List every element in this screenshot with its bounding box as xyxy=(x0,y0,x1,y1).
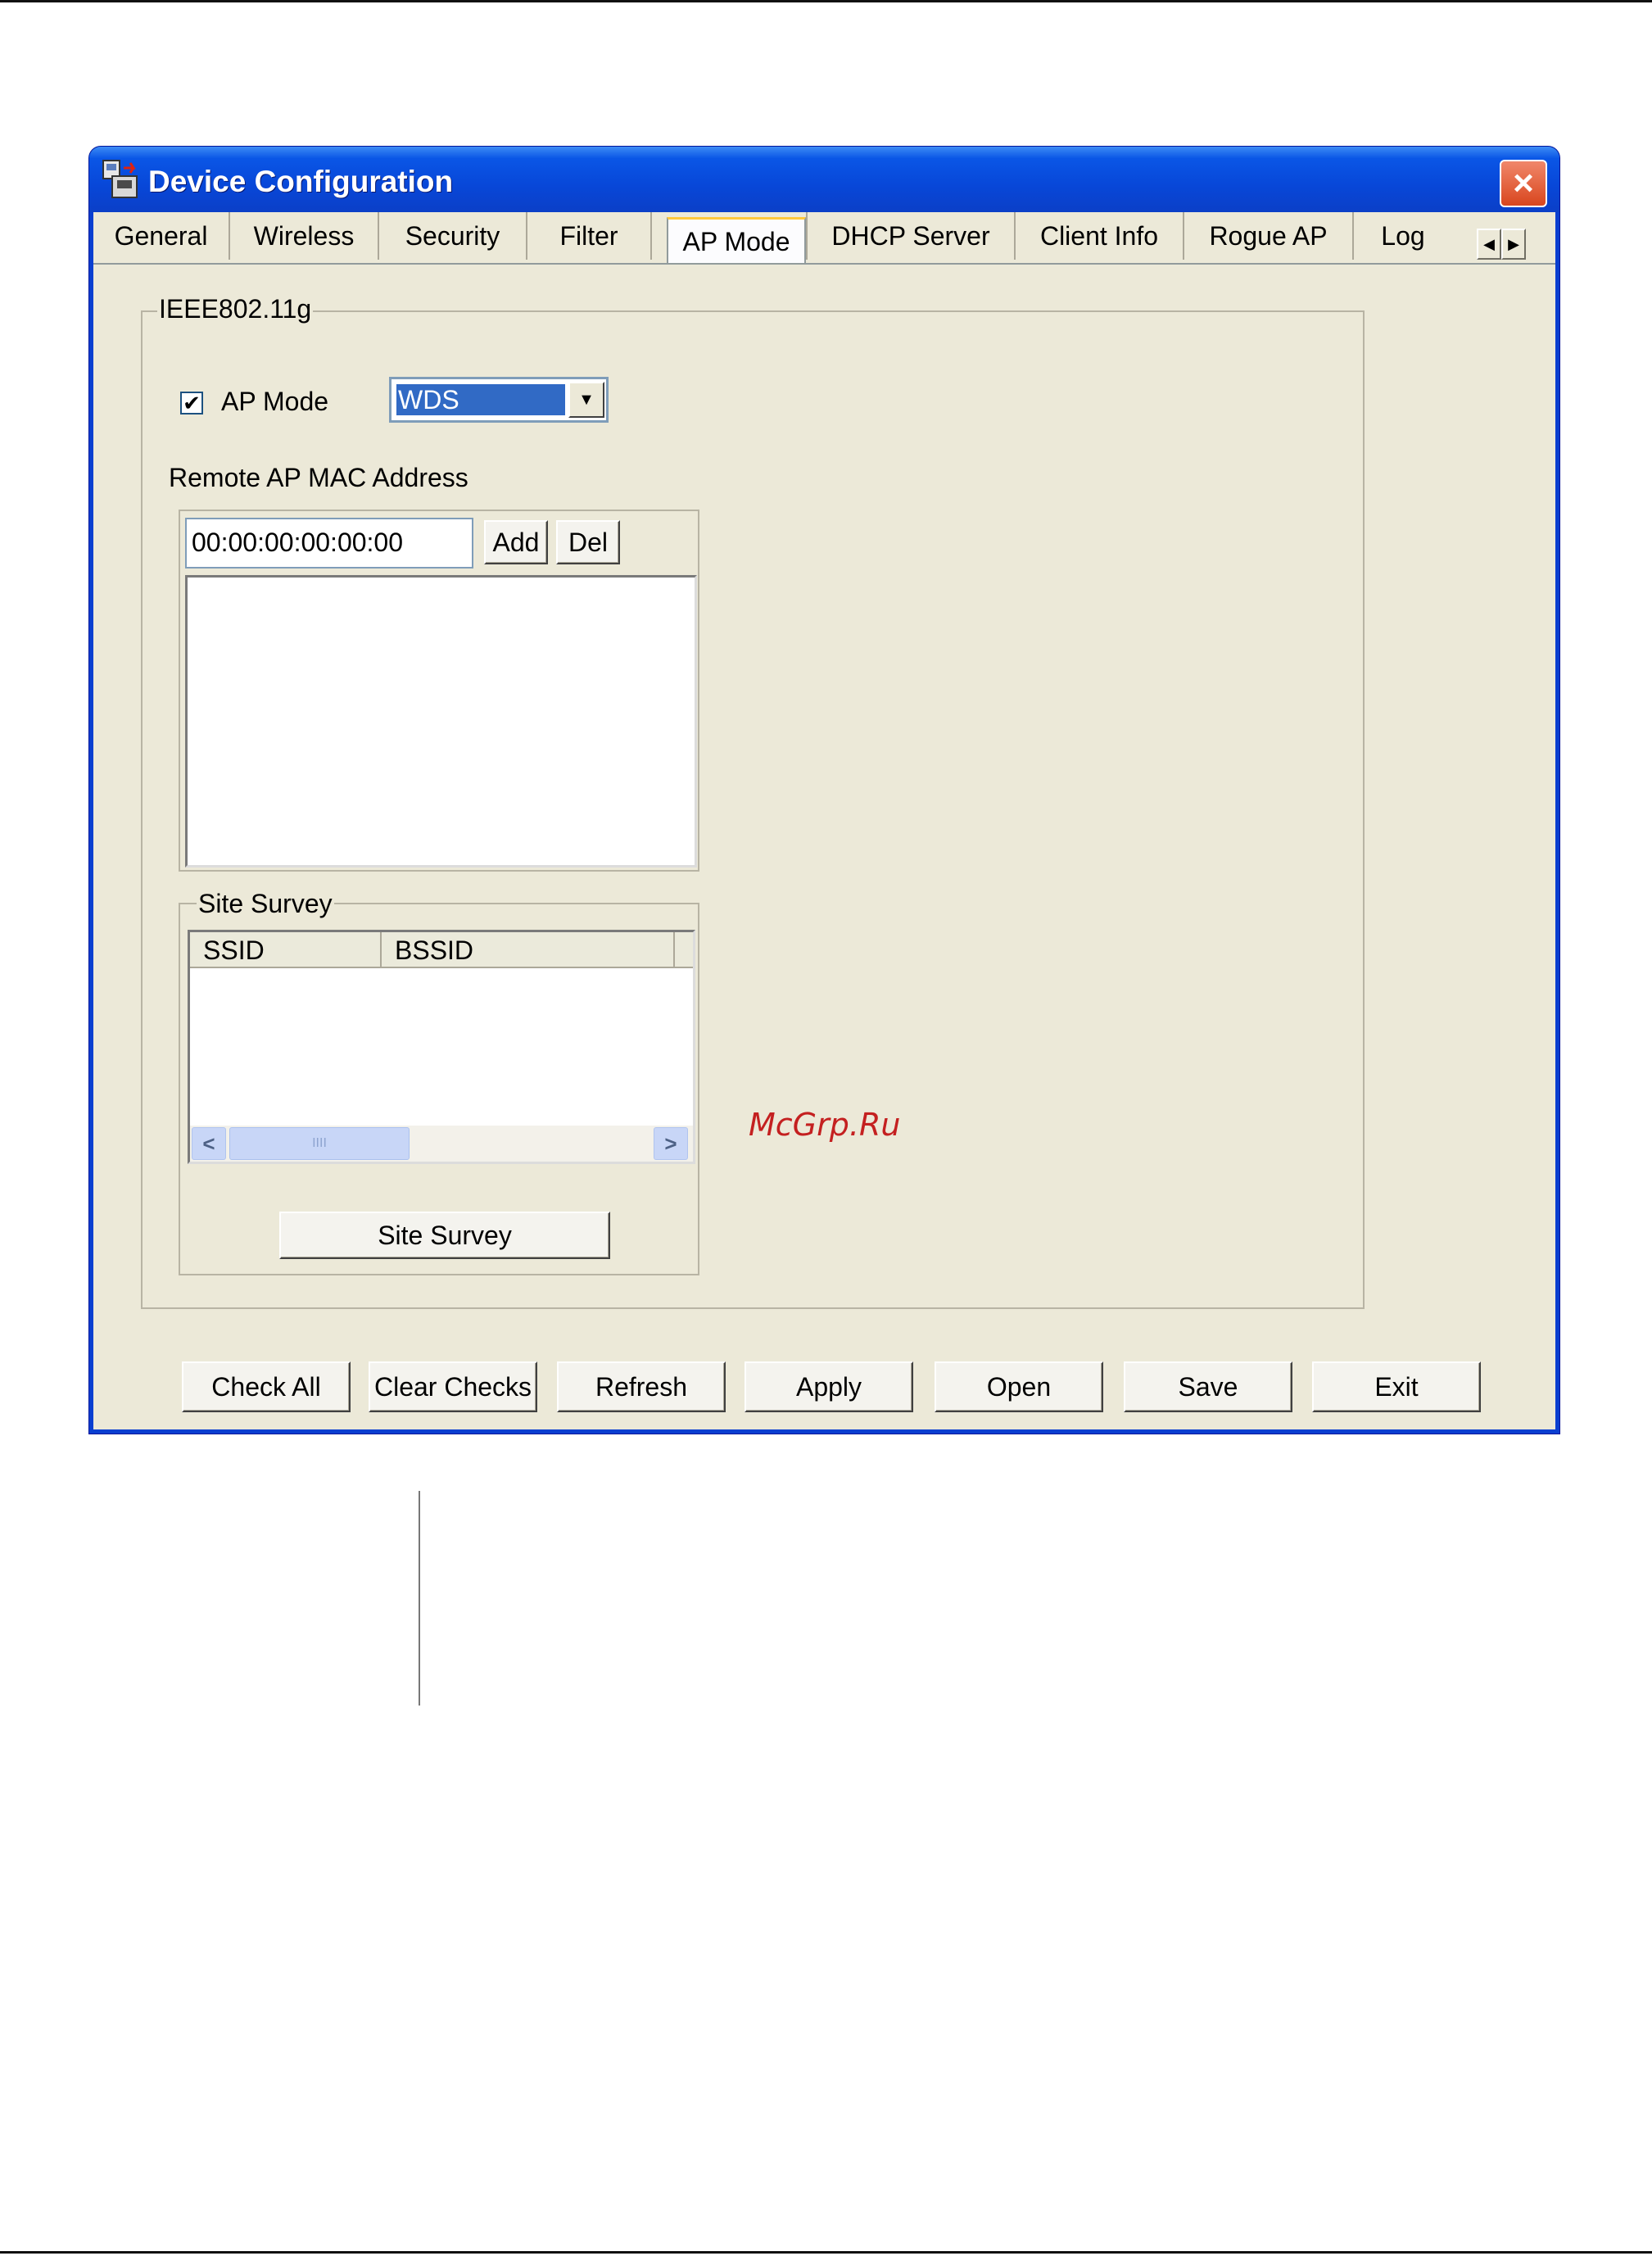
horizontal-scrollbar[interactable]: < IIII > xyxy=(190,1126,693,1162)
tab-filter[interactable]: Filter xyxy=(527,212,652,260)
device-configuration-window: Device Configuration × General Wireless … xyxy=(89,147,1559,1434)
ap-mode-select[interactable]: WDS ▼ xyxy=(389,377,609,423)
title-bar[interactable]: Device Configuration × xyxy=(89,147,1559,212)
tab-panel-border xyxy=(93,263,1555,265)
tab-security[interactable]: Security xyxy=(379,212,527,260)
mac-address-input[interactable]: 00:00:00:00:00:00 xyxy=(185,518,473,569)
save-button[interactable]: Save xyxy=(1124,1361,1292,1412)
remote-mac-list[interactable] xyxy=(185,575,697,868)
chevron-down-icon: ▼ xyxy=(578,390,595,409)
refresh-button[interactable]: Refresh xyxy=(557,1361,726,1412)
tab-log[interactable]: Log xyxy=(1354,212,1452,260)
app-icon xyxy=(102,160,138,198)
tab-rogue-ap[interactable]: Rogue AP xyxy=(1184,212,1354,260)
column-header-bssid[interactable]: BSSID xyxy=(382,932,675,968)
tab-scroll-left-button[interactable]: ◀ xyxy=(1477,229,1501,260)
column-header-ssid[interactable]: SSID xyxy=(190,932,382,968)
site-survey-legend: Site Survey xyxy=(197,889,334,919)
scroll-left-button[interactable]: < xyxy=(192,1127,226,1160)
tab-strip: General Wireless Security Filter AP Mode… xyxy=(93,212,1555,265)
open-button[interactable]: Open xyxy=(935,1361,1103,1412)
window-client-area: General Wireless Security Filter AP Mode… xyxy=(93,212,1555,1429)
chevron-left-icon: < xyxy=(202,1130,215,1156)
grip-icon: IIII xyxy=(312,1136,327,1150)
ap-mode-checkbox[interactable]: ✔ xyxy=(180,392,203,415)
close-icon: × xyxy=(1513,163,1534,203)
page-divider-line xyxy=(419,1491,420,1706)
remote-ap-mac-label: Remote AP MAC Address xyxy=(169,463,468,492)
chevron-right-icon: > xyxy=(664,1130,677,1156)
arrow-right-icon: ▶ xyxy=(1508,235,1519,252)
check-all-button[interactable]: Check All xyxy=(182,1361,351,1412)
tab-wireless[interactable]: Wireless xyxy=(230,212,379,260)
page-top-rule xyxy=(0,0,1652,2)
site-survey-button[interactable]: Site Survey xyxy=(279,1212,610,1259)
arrow-left-icon: ◀ xyxy=(1483,235,1495,252)
ap-mode-selected-value: WDS xyxy=(396,383,566,416)
tab-general[interactable]: General xyxy=(93,212,230,260)
tab-ap-mode[interactable]: AP Mode xyxy=(667,217,806,265)
page-bottom-rule xyxy=(0,2251,1652,2254)
close-button[interactable]: × xyxy=(1500,160,1547,207)
dropdown-button[interactable]: ▼ xyxy=(568,382,604,418)
del-mac-button[interactable]: Del xyxy=(556,520,620,564)
scroll-right-button[interactable]: > xyxy=(654,1127,688,1160)
exit-button[interactable]: Exit xyxy=(1312,1361,1481,1412)
tab-client-info[interactable]: Client Info xyxy=(1016,212,1184,260)
site-survey-table[interactable]: SSID BSSID < IIII > xyxy=(188,930,695,1164)
apply-button[interactable]: Apply xyxy=(745,1361,913,1412)
window-title: Device Configuration xyxy=(148,165,454,198)
add-mac-button[interactable]: Add xyxy=(484,520,548,564)
watermark-text: McGrp.Ru xyxy=(749,1107,901,1143)
ap-mode-label: AP Mode xyxy=(221,387,329,416)
clear-checks-button[interactable]: Clear Checks xyxy=(369,1361,537,1412)
scroll-thumb[interactable]: IIII xyxy=(229,1127,410,1160)
checkmark-icon: ✔ xyxy=(183,391,201,415)
ieee80211g-legend: IEEE802.11g xyxy=(157,294,314,324)
tab-scroll-right-button[interactable]: ▶ xyxy=(1501,229,1526,260)
column-header-more[interactable] xyxy=(675,932,693,968)
tab-dhcp-server[interactable]: DHCP Server xyxy=(806,212,1016,260)
